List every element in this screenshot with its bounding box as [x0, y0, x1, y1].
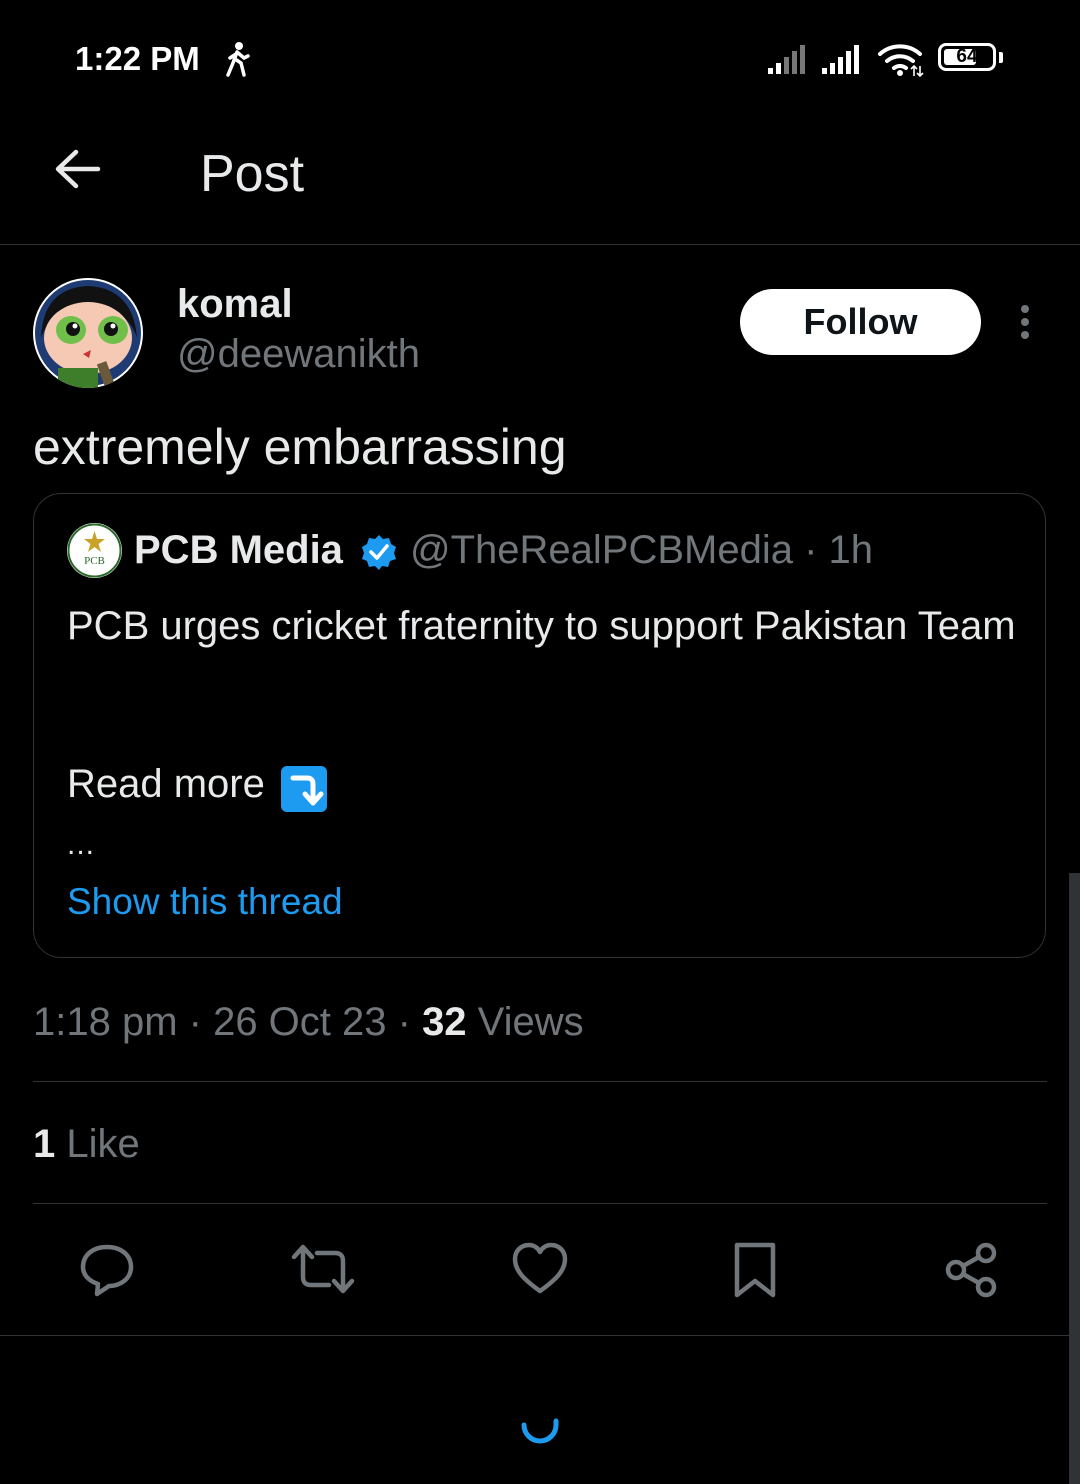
quote-author-name: PCB Media — [134, 528, 343, 572]
status-time: 1:22 PM — [75, 40, 200, 77]
scrollbar[interactable] — [1069, 873, 1080, 1484]
quote-handle-time: @TheRealPCBMedia · 1h — [410, 528, 874, 572]
quote-avatar[interactable]: PCB — [67, 523, 122, 578]
loading-spinner-icon — [521, 1418, 559, 1444]
repost-icon[interactable] — [291, 1241, 355, 1297]
follow-button[interactable]: Follow — [740, 289, 981, 355]
bookmark-icon[interactable] — [731, 1241, 779, 1299]
status-bar: 1:22 PM 64 — [0, 0, 1080, 120]
divider — [33, 1081, 1047, 1082]
arrow-down-emoji-icon — [281, 766, 327, 812]
verified-badge-icon — [362, 535, 396, 570]
quote-ellipsis: ... — [67, 828, 96, 861]
quoted-post-card[interactable]: PCB PCB Media @TheRealPCBMedia · 1h PCB … — [33, 493, 1046, 958]
back-arrow-icon[interactable] — [52, 144, 102, 194]
page-title: Post — [200, 145, 305, 203]
battery-level: 64 — [956, 46, 978, 67]
post-time-date: 1:18 pm · 26 Oct 23 · — [33, 1000, 423, 1044]
likes-summary[interactable]: 1 Like — [33, 1122, 140, 1167]
views-label: Views — [466, 1000, 584, 1044]
likes-count: 1 — [33, 1122, 56, 1166]
author-handle[interactable]: @deewanikth — [177, 332, 420, 377]
pcb-logo-text: PCB — [84, 555, 105, 567]
divider — [33, 1203, 1047, 1204]
read-more-text: Read more — [67, 762, 265, 806]
battery-tip — [999, 52, 1003, 63]
like-heart-icon[interactable] — [511, 1241, 569, 1297]
top-app-bar: Post — [0, 120, 1080, 245]
avatar-image — [33, 278, 143, 388]
reply-icon[interactable] — [79, 1241, 135, 1297]
show-thread-link[interactable]: Show this thread — [67, 881, 343, 923]
pcb-logo-icon: PCB — [67, 523, 122, 578]
views-count: 32 — [422, 1000, 467, 1044]
post-meta: 1:18 pm · 26 Oct 23 · 32 Views — [33, 1000, 584, 1045]
author-name[interactable]: komal — [177, 282, 293, 327]
divider — [0, 1335, 1080, 1336]
battery-icon: 64 — [938, 43, 996, 71]
more-options-icon[interactable] — [1016, 303, 1034, 343]
wifi-icon — [878, 44, 924, 78]
signal-icon — [822, 45, 859, 74]
quote-text: PCB urges cricket fraternity to support … — [67, 604, 1016, 648]
author-avatar[interactable] — [33, 278, 143, 388]
post-text: extremely embarrassing — [33, 419, 567, 475]
share-icon[interactable] — [943, 1241, 999, 1299]
walking-icon — [226, 42, 250, 77]
likes-label: Like — [55, 1122, 140, 1166]
signal-icon — [768, 45, 805, 74]
